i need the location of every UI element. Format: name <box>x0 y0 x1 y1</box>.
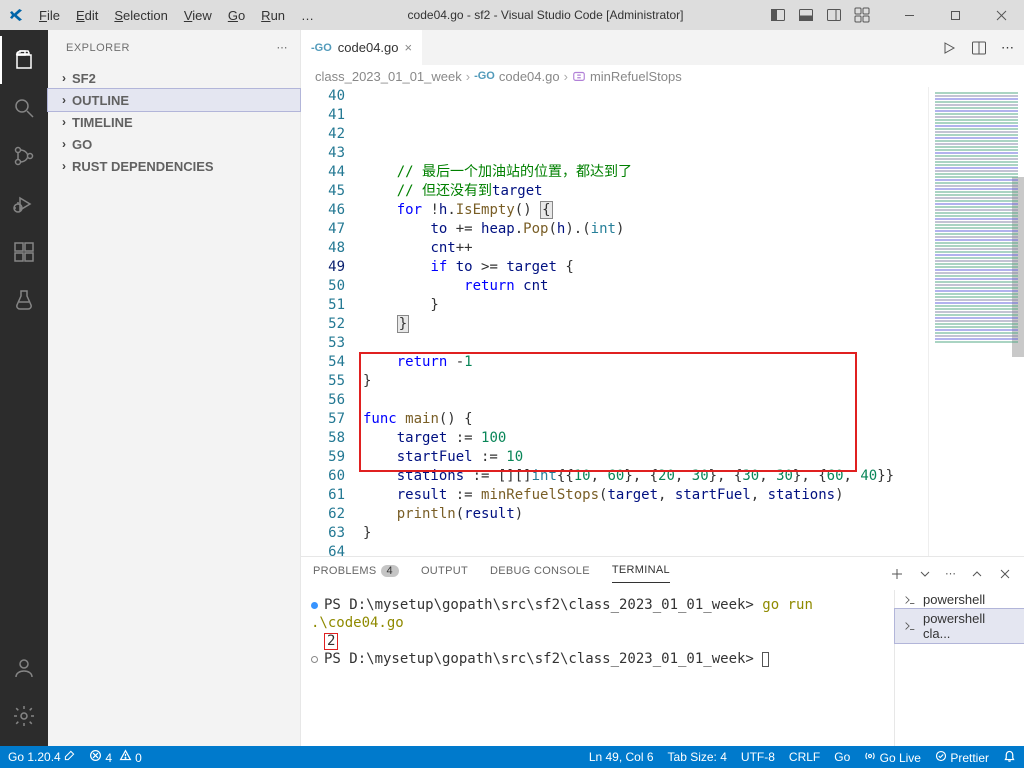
ab-testing[interactable] <box>0 276 48 324</box>
go-file-icon: -GO <box>311 42 332 54</box>
ab-search[interactable] <box>0 84 48 132</box>
panel-close-icon[interactable] <box>998 567 1012 581</box>
sidebar-title: EXPLORER <box>66 42 130 54</box>
menu-file[interactable]: File <box>32 4 67 27</box>
ab-extensions[interactable] <box>0 228 48 276</box>
split-icon[interactable] <box>971 40 987 56</box>
menu-more[interactable]: … <box>294 4 321 27</box>
ab-scm[interactable] <box>0 132 48 180</box>
sidebar-section-outline[interactable]: ›OUTLINE <box>48 89 300 111</box>
terminal-item[interactable]: powershell cla... <box>895 609 1024 643</box>
panel-tab-problems[interactable]: PROBLEMS4 <box>313 565 399 583</box>
status-go[interactable]: Go 1.20.4 <box>8 750 75 764</box>
ab-settings[interactable] <box>0 692 48 740</box>
layout-right-icon[interactable] <box>826 7 842 23</box>
panel-tab-output[interactable]: OUTPUT <box>421 565 468 583</box>
status-lang[interactable]: Go <box>834 750 850 764</box>
menu-selection[interactable]: Selection <box>107 4 174 27</box>
menu-go[interactable]: Go <box>221 4 252 27</box>
editor-area: -GO code04.go × ⋯ class_2023_01_01_week›… <box>301 30 1024 746</box>
tabs: -GO code04.go × ⋯ <box>301 30 1024 65</box>
layout-primary-icon[interactable] <box>770 7 786 23</box>
editor-more-icon[interactable]: ⋯ <box>1001 40 1014 56</box>
sidebar: EXPLORER ⋯ ›SF2 ›OUTLINE ›TIMELINE ›GO ›… <box>48 30 301 746</box>
status-prettier[interactable]: Prettier <box>935 750 989 765</box>
menu-edit[interactable]: Edit <box>69 4 105 27</box>
close-icon[interactable]: × <box>405 40 413 55</box>
sidebar-section-go[interactable]: ›GO <box>48 133 300 155</box>
panel-tab-debug[interactable]: DEBUG CONSOLE <box>490 565 590 583</box>
panel-max-icon[interactable] <box>970 567 984 581</box>
activitybar <box>0 30 48 746</box>
panel-tab-terminal[interactable]: TERMINAL <box>612 564 670 583</box>
status-tabsize[interactable]: Tab Size: 4 <box>668 750 727 764</box>
terminal-output: 2 <box>324 633 338 650</box>
layout-customize-icon[interactable] <box>854 7 870 23</box>
window-title: code04.go - sf2 - Visual Studio Code [Ad… <box>321 8 770 22</box>
vscode-icon <box>8 7 24 23</box>
status-problems[interactable]: 4 0 <box>89 749 142 765</box>
sidebar-more-icon[interactable]: ⋯ <box>277 41 289 54</box>
menu-run[interactable]: Run <box>254 4 292 27</box>
ab-explorer[interactable] <box>0 36 48 84</box>
terminal[interactable]: PS D:\mysetup\gopath\src\sf2\class_2023_… <box>301 590 894 746</box>
menubar: File Edit Selection View Go Run … <box>32 4 321 27</box>
status-bell-icon[interactable] <box>1003 749 1016 765</box>
chevron-down-icon[interactable] <box>919 568 931 580</box>
sidebar-section-timeline[interactable]: ›TIMELINE <box>48 111 300 133</box>
layout-bottom-icon[interactable] <box>798 7 814 23</box>
status-golive[interactable]: Go Live <box>864 750 921 765</box>
breadcrumbs[interactable]: class_2023_01_01_week› -GOcode04.go› min… <box>301 65 1024 87</box>
terminal-item[interactable]: powershell <box>895 590 1024 609</box>
minimap[interactable] <box>928 87 1024 556</box>
status-encoding[interactable]: UTF-8 <box>741 750 775 764</box>
code-editor[interactable]: 4041424344454647484950515253545556575859… <box>301 87 928 556</box>
terminal-list: powershell powershell cla... <box>894 590 1024 746</box>
statusbar: Go 1.20.4 4 0 Ln 49, Col 6 Tab Size: 4 U… <box>0 746 1024 768</box>
sidebar-section-sf2[interactable]: ›SF2 <box>48 67 300 89</box>
ab-debug[interactable] <box>0 180 48 228</box>
tab-code04[interactable]: -GO code04.go × <box>301 30 423 65</box>
maximize-button[interactable] <box>932 0 978 30</box>
run-icon[interactable] <box>941 40 957 56</box>
close-button[interactable] <box>978 0 1024 30</box>
new-terminal-icon[interactable] <box>889 566 905 582</box>
status-eol[interactable]: CRLF <box>789 750 820 764</box>
sidebar-section-rust[interactable]: ›RUST DEPENDENCIES <box>48 155 300 177</box>
panel-more-icon[interactable]: ⋯ <box>945 567 956 580</box>
panel: PROBLEMS4 OUTPUT DEBUG CONSOLE TERMINAL … <box>301 556 1024 746</box>
titlebar: File Edit Selection View Go Run … code04… <box>0 0 1024 30</box>
ab-account[interactable] <box>0 644 48 692</box>
minimize-button[interactable] <box>886 0 932 30</box>
status-ln[interactable]: Ln 49, Col 6 <box>589 750 654 764</box>
menu-view[interactable]: View <box>177 4 219 27</box>
